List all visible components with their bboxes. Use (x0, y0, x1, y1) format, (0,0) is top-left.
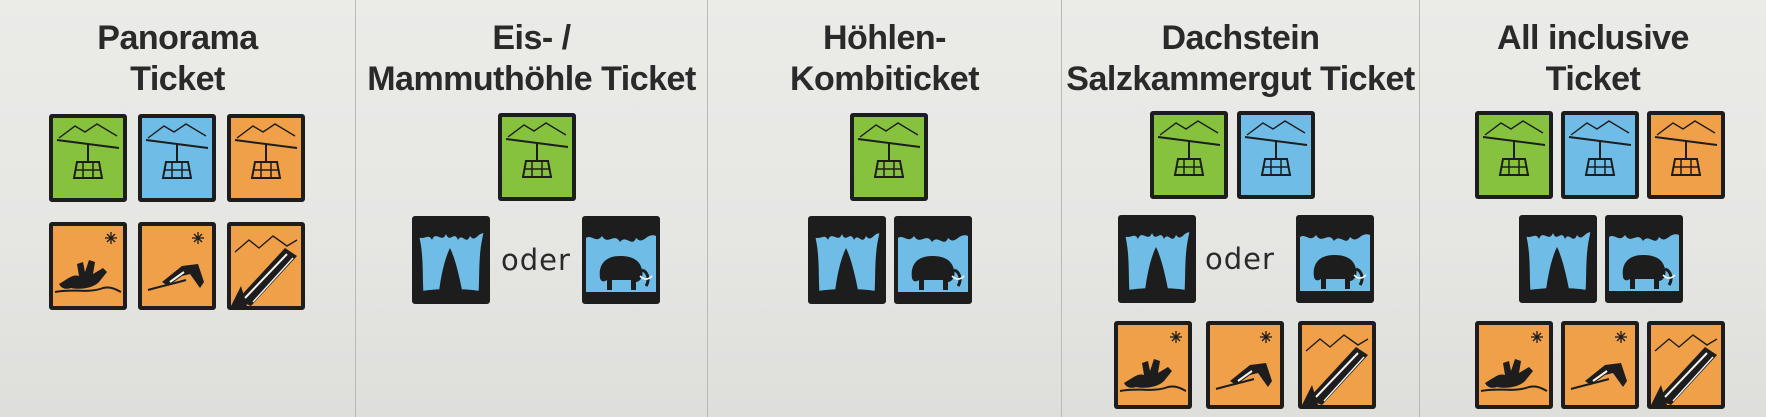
title-line-1: Höhlen- (822, 19, 947, 57)
panel-dachstein-salzkammergut-ticket: Dachstein Salzkammergut Ticket oder (1061, 0, 1419, 417)
pictogram (1244, 120, 1308, 176)
oder-separator: oder (501, 243, 571, 277)
ice-cave-icon (1519, 215, 1597, 303)
pictogram (1157, 120, 1221, 176)
pictogram (812, 220, 882, 300)
title-line-2: Kombiticket (789, 60, 980, 98)
pictogram (1570, 331, 1627, 390)
mammoth-cave-icon (894, 216, 972, 304)
ice-cave-icon (1118, 215, 1196, 303)
ticket-board: Panorama Ticket Eis- / Mammuthöhle Ticke… (0, 0, 1766, 417)
five-fingers-icon (1475, 321, 1553, 409)
gondola-green-icon (49, 114, 127, 202)
pictogram (234, 123, 298, 179)
gondola-green-icon (850, 113, 928, 201)
welterbespirale-icon (1561, 321, 1639, 409)
title-line-1: Dachstein (1161, 19, 1321, 57)
pictogram (898, 220, 968, 300)
pictogram (857, 122, 921, 178)
ice-cave-icon (808, 216, 886, 304)
pictogram (1480, 331, 1548, 392)
pictogram (1654, 120, 1718, 176)
mammoth-cave-icon (1605, 215, 1683, 303)
pictogram (586, 220, 656, 300)
gondola-green-icon (1150, 111, 1228, 199)
panel-title: Höhlen- Kombiticket (708, 18, 1061, 100)
gondola-blue-icon (1561, 111, 1639, 199)
pictogram (1523, 219, 1593, 299)
panel-title: All inclusive Ticket (1420, 18, 1766, 100)
pictogram (145, 123, 209, 179)
welterbespirale-icon (1206, 321, 1284, 409)
pictogram (56, 123, 120, 179)
mammoth-cave-icon (1296, 215, 1374, 303)
title-line-2: Salzkammergut Ticket (1066, 60, 1415, 98)
title-line-2: Ticket (1545, 60, 1641, 98)
gondola-green-icon (498, 113, 576, 201)
pictogram (1122, 219, 1192, 299)
pictogram (1215, 331, 1272, 390)
panel-all-inclusive-ticket: All inclusive Ticket (1419, 0, 1766, 417)
skywalk-icon (227, 222, 305, 310)
skywalk-icon (1647, 321, 1725, 409)
oder-separator: oder (1205, 242, 1275, 276)
panel-hoehlen-kombiticket: Höhlen- Kombiticket (707, 0, 1061, 417)
gondola-blue-icon (138, 114, 216, 202)
title-line-1: All inclusive (1497, 19, 1689, 57)
skywalk-icon (1298, 321, 1376, 409)
panel-title: Panorama Ticket (0, 18, 355, 100)
welterbespirale-icon (138, 222, 216, 310)
pictogram (1482, 120, 1546, 176)
panel-title: Eis- / Mammuthöhle Ticket (356, 18, 707, 100)
pictogram (147, 232, 204, 291)
pictogram (1300, 219, 1370, 299)
five-fingers-icon (49, 222, 127, 310)
title-line-2: Mammuthöhle Ticket (367, 60, 696, 98)
title-line-1: Panorama (97, 19, 258, 57)
panel-eis-mammuthoehle-ticket: Eis- / Mammuthöhle Ticket oder (355, 0, 707, 417)
pictogram (1302, 334, 1369, 405)
gondola-orange-icon (1647, 111, 1725, 199)
pictogram (1568, 120, 1632, 176)
title-line-2: Ticket (130, 60, 225, 98)
pictogram (1651, 334, 1718, 405)
panel-panorama-ticket: Panorama Ticket (0, 0, 355, 417)
pictogram (505, 122, 569, 178)
gondola-orange-icon (227, 114, 305, 202)
pictogram (1119, 331, 1187, 392)
ice-cave-icon (412, 216, 490, 304)
pictogram (416, 220, 486, 300)
pictogram (231, 235, 298, 306)
gondola-blue-icon (1237, 111, 1315, 199)
panel-title: Dachstein Salzkammergut Ticket (1062, 18, 1419, 100)
pictogram (54, 232, 122, 293)
five-fingers-icon (1114, 321, 1192, 409)
pictogram (1609, 219, 1679, 299)
gondola-green-icon (1475, 111, 1553, 199)
title-line-1: Eis- / (492, 19, 571, 57)
mammoth-cave-icon (582, 216, 660, 304)
